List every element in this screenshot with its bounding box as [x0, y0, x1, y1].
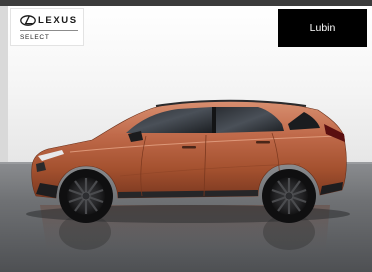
brand-sub-label: SELECT [20, 34, 50, 41]
logo-divider [20, 30, 78, 31]
brand-wordmark: LEXUS [38, 14, 78, 26]
vehicle-listing-card: LEXUS SELECT Lubin [0, 0, 372, 272]
lexus-emblem-icon [20, 14, 36, 26]
brand-logo: LEXUS [20, 14, 78, 26]
dealer-location-button[interactable]: Lubin [278, 9, 367, 47]
dealer-location-label: Lubin [309, 22, 336, 34]
brand-logo-card: LEXUS SELECT [10, 8, 84, 46]
